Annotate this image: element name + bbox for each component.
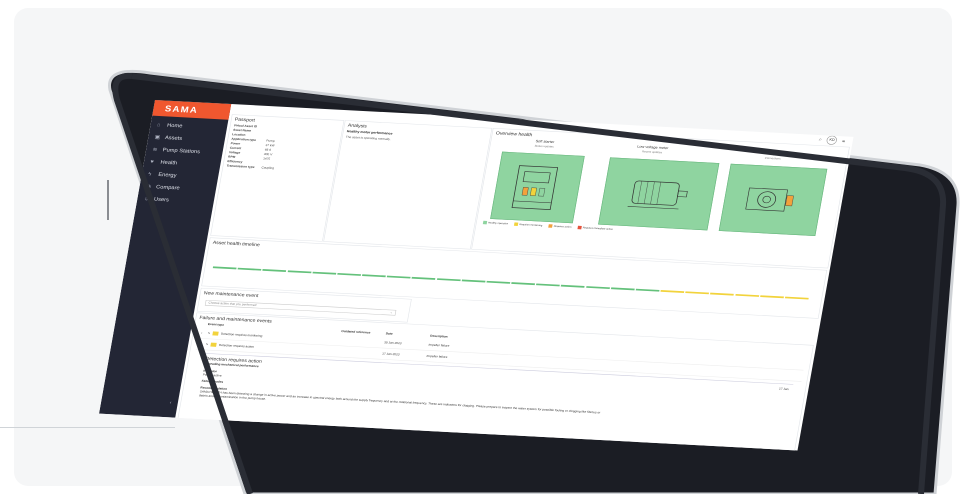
timeline-segment[interactable] [337,272,362,276]
recommendation-text: SAMA HEALTH has been detecting a change … [198,390,601,415]
nav-label: Users [153,196,170,203]
select-placeholder: Choose action that you performed [208,301,257,308]
users-icon: ☺ [143,195,151,202]
passport-value: Pump [265,139,275,144]
collapse-icon[interactable]: ‹ [169,400,172,405]
assets-icon: ▣ [154,133,161,140]
coupling-box[interactable] [718,163,828,237]
nav-label: Assets [164,134,183,141]
event-desc: Impeller failure [428,343,450,348]
timeline-segment[interactable] [635,288,660,292]
col-header: Date [385,332,393,336]
passport-value: 37 kW [265,143,275,148]
detail-date: 17 Jan [778,387,789,392]
low-voltage-motor-box[interactable] [598,157,720,231]
timeline-segment[interactable] [685,291,710,295]
passport-key: Transmission type [226,164,255,170]
expand-icon[interactable]: › [201,331,203,334]
soft-starter-box[interactable] [490,151,585,224]
col-header: Description [429,334,448,339]
nav-label: Pump Stations [162,146,201,155]
timeline-segment[interactable] [212,266,237,270]
compare-icon: ◉ [145,183,152,190]
legend-item: Requires action [548,224,572,229]
timeline-segment[interactable] [735,293,759,297]
timeline-segment[interactable] [511,282,536,286]
event-date: 30 Jan 2023 [383,341,402,346]
timeline-segment[interactable] [536,283,561,287]
timeline-segment[interactable] [759,295,784,299]
coupling-icon [745,187,794,212]
energy-icon: ϟ [147,170,152,177]
timeline-segment[interactable] [784,296,809,300]
timeline-segment[interactable] [585,286,610,290]
event-date: 17 Jan 2023 [381,352,400,357]
legend-item: Requires immediate action [577,225,613,231]
timeline-segment[interactable] [436,278,461,282]
col-header: Outdated reference [340,329,371,335]
timeline-segment[interactable] [486,280,511,284]
passport-panel: Passport Virtual Asset ID Asset Name Locat… [210,114,345,242]
failure-label: Failure modes [201,379,224,384]
timeline-segment[interactable] [362,274,386,278]
legend-item: Healthy operation [482,220,509,226]
timeline-segment[interactable] [461,279,486,283]
passport-value: 400 V [263,152,273,157]
menu-icon[interactable]: ≡ [842,138,846,143]
wrench-icon: ✎ [207,331,211,336]
app-screen: SAMA ⌂ Home ▣ Assets ≋ Pump Stations ♥ Healt… [99,100,854,451]
timeline-segment[interactable] [710,292,735,296]
timeline-segment[interactable] [386,275,411,279]
overview-health-panel: Overview health Soft starter Status upda… [471,128,850,269]
motor-icon [627,180,688,210]
passport-value: 1475 [262,157,271,161]
timeline-segment[interactable] [262,269,287,272]
passport-value: Coupling [261,166,275,171]
chevron-down-icon: ⌄ [389,310,393,315]
nav-label: Energy [157,171,178,178]
nav-item-users[interactable]: ☺ Users [136,192,214,208]
status-badge [210,342,217,347]
wrench-icon: ✎ [205,342,209,347]
analysis-panel: Analysis Healthy motor performance The a… [323,120,493,250]
timeline-segment[interactable] [660,290,685,293]
timeline-segment[interactable] [411,276,436,280]
status-badge [212,331,219,336]
passport-rows: Virtual Asset ID Asset Name Location Applic… [223,123,342,174]
health-icon: ♥ [149,158,155,165]
timeline-segment[interactable] [610,287,635,291]
expand-icon[interactable]: ⌄ [199,343,202,347]
col-header: Event type [207,322,225,327]
pump-stations-icon: ≋ [152,146,158,153]
indicator-value: Power, active [202,373,222,378]
timeline-segment[interactable] [560,284,585,288]
timeline-segment[interactable] [287,270,312,274]
home-icon: ⌂ [156,121,162,128]
nav-label: Health [160,159,178,166]
soft-starter-icon [511,165,559,210]
search-icon[interactable]: ⌕ [818,137,823,143]
event-type: Detection requires monitoring [220,332,263,338]
timeline-segment[interactable] [237,267,262,271]
event-desc: Impeller failure [426,354,448,360]
nav-label: Compare [155,183,181,191]
timeline-segment[interactable] [312,271,337,275]
tablet-device: SAMA ⌂ Home ▣ Assets ≋ Pump Stations ♥ Healt… [0,0,966,494]
passport-value: 68 A [264,148,272,152]
nav-list: ⌂ Home ▣ Assets ≋ Pump Stations ♥ Health ϟ En… [136,116,228,208]
screen-transform: SAMA ⌂ Home ▣ Assets ≋ Pump Stations ♥ Healt… [99,100,854,451]
event-type: Detection requires action [218,343,255,349]
avatar[interactable]: KD [826,135,838,145]
nav-label: Home [166,122,183,129]
legend-item: Requires monitoring [514,222,543,227]
